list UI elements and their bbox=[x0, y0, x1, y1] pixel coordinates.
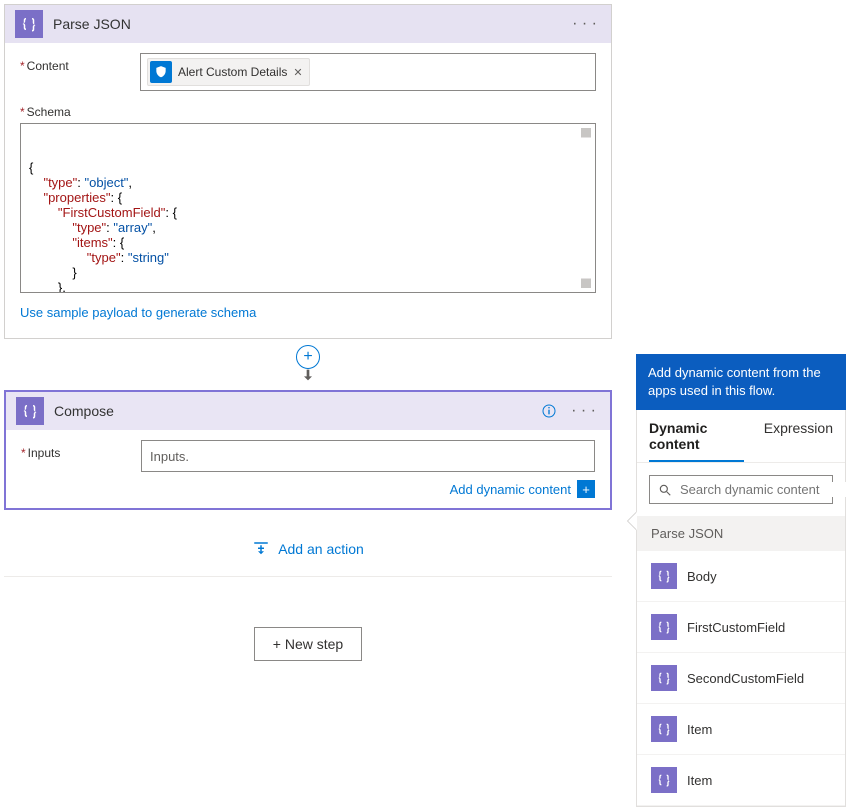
shield-icon bbox=[150, 61, 172, 83]
parse-json-card: Parse JSON · · · *Content Alert Custom D… bbox=[4, 4, 612, 339]
inputs-field[interactable]: Inputs. bbox=[141, 440, 595, 472]
content-pill[interactable]: Alert Custom Details ✕ bbox=[147, 58, 310, 86]
insert-step-button[interactable]: + bbox=[296, 345, 320, 369]
content-label: *Content bbox=[20, 53, 140, 73]
compose-card: Compose · · · *Inputs Inputs. Add dynami… bbox=[4, 390, 612, 510]
braces-icon bbox=[651, 614, 677, 640]
arrow-down-icon bbox=[300, 367, 316, 386]
inputs-label: *Inputs bbox=[21, 440, 141, 460]
braces-icon bbox=[651, 665, 677, 691]
parse-json-title: Parse JSON bbox=[53, 16, 562, 32]
compose-menu-button[interactable]: · · · bbox=[567, 398, 600, 424]
new-step-button[interactable]: + New step bbox=[254, 627, 362, 661]
content-pill-label: Alert Custom Details bbox=[178, 65, 287, 79]
tab-expression[interactable]: Expression bbox=[764, 420, 833, 462]
info-icon[interactable] bbox=[537, 399, 561, 423]
dynamic-item-label: Item bbox=[687, 722, 712, 737]
divider bbox=[4, 576, 612, 577]
sample-payload-link[interactable]: Use sample payload to generate schema bbox=[20, 293, 256, 320]
compose-header[interactable]: Compose · · · bbox=[6, 392, 610, 430]
braces-icon bbox=[651, 563, 677, 589]
dynamic-item-label: Item bbox=[687, 773, 712, 788]
dynamic-item-item-4[interactable]: Item bbox=[637, 755, 845, 806]
content-input[interactable]: Alert Custom Details ✕ bbox=[140, 53, 596, 91]
remove-pill-button[interactable]: ✕ bbox=[293, 66, 302, 79]
braces-icon bbox=[651, 716, 677, 742]
dynamic-content-panel: Add dynamic content from the apps used i… bbox=[636, 354, 846, 807]
dynamic-item-secondcustomfield-2[interactable]: SecondCustomField bbox=[637, 653, 845, 704]
add-dynamic-content-link[interactable]: Add dynamic content bbox=[450, 482, 571, 497]
parse-json-header[interactable]: Parse JSON · · · bbox=[5, 5, 611, 43]
add-an-action-button[interactable]: Add an action bbox=[252, 540, 364, 558]
add-action-icon bbox=[252, 540, 270, 558]
tab-dynamic-content[interactable]: Dynamic content bbox=[649, 420, 744, 462]
dynamic-section-header: Parse JSON bbox=[637, 516, 845, 551]
connector-area: + bbox=[4, 345, 612, 386]
dynamic-item-body-0[interactable]: Body bbox=[637, 551, 845, 602]
search-input-wrapper[interactable] bbox=[649, 475, 833, 504]
search-icon bbox=[658, 483, 672, 497]
braces-icon bbox=[15, 10, 43, 38]
dynamic-item-item-3[interactable]: Item bbox=[637, 704, 845, 755]
search-input[interactable] bbox=[680, 482, 846, 497]
parse-json-menu-button[interactable]: · · · bbox=[568, 11, 601, 37]
dynamic-item-label: SecondCustomField bbox=[687, 671, 804, 686]
add-dynamic-content-plus[interactable]: + bbox=[577, 480, 595, 498]
compose-title: Compose bbox=[54, 403, 531, 419]
schema-textarea[interactable]: { "type": "object", "properties": { "Fir… bbox=[20, 123, 596, 293]
dynamic-item-label: Body bbox=[687, 569, 717, 584]
dynamic-item-label: FirstCustomField bbox=[687, 620, 785, 635]
dynamic-item-firstcustomfield-1[interactable]: FirstCustomField bbox=[637, 602, 845, 653]
braces-icon bbox=[16, 397, 44, 425]
panel-pointer bbox=[628, 512, 637, 530]
schema-label: *Schema bbox=[20, 99, 140, 119]
tip-box: Add dynamic content from the apps used i… bbox=[636, 354, 846, 410]
braces-icon bbox=[651, 767, 677, 793]
scrollbar-indicator[interactable] bbox=[581, 128, 591, 288]
